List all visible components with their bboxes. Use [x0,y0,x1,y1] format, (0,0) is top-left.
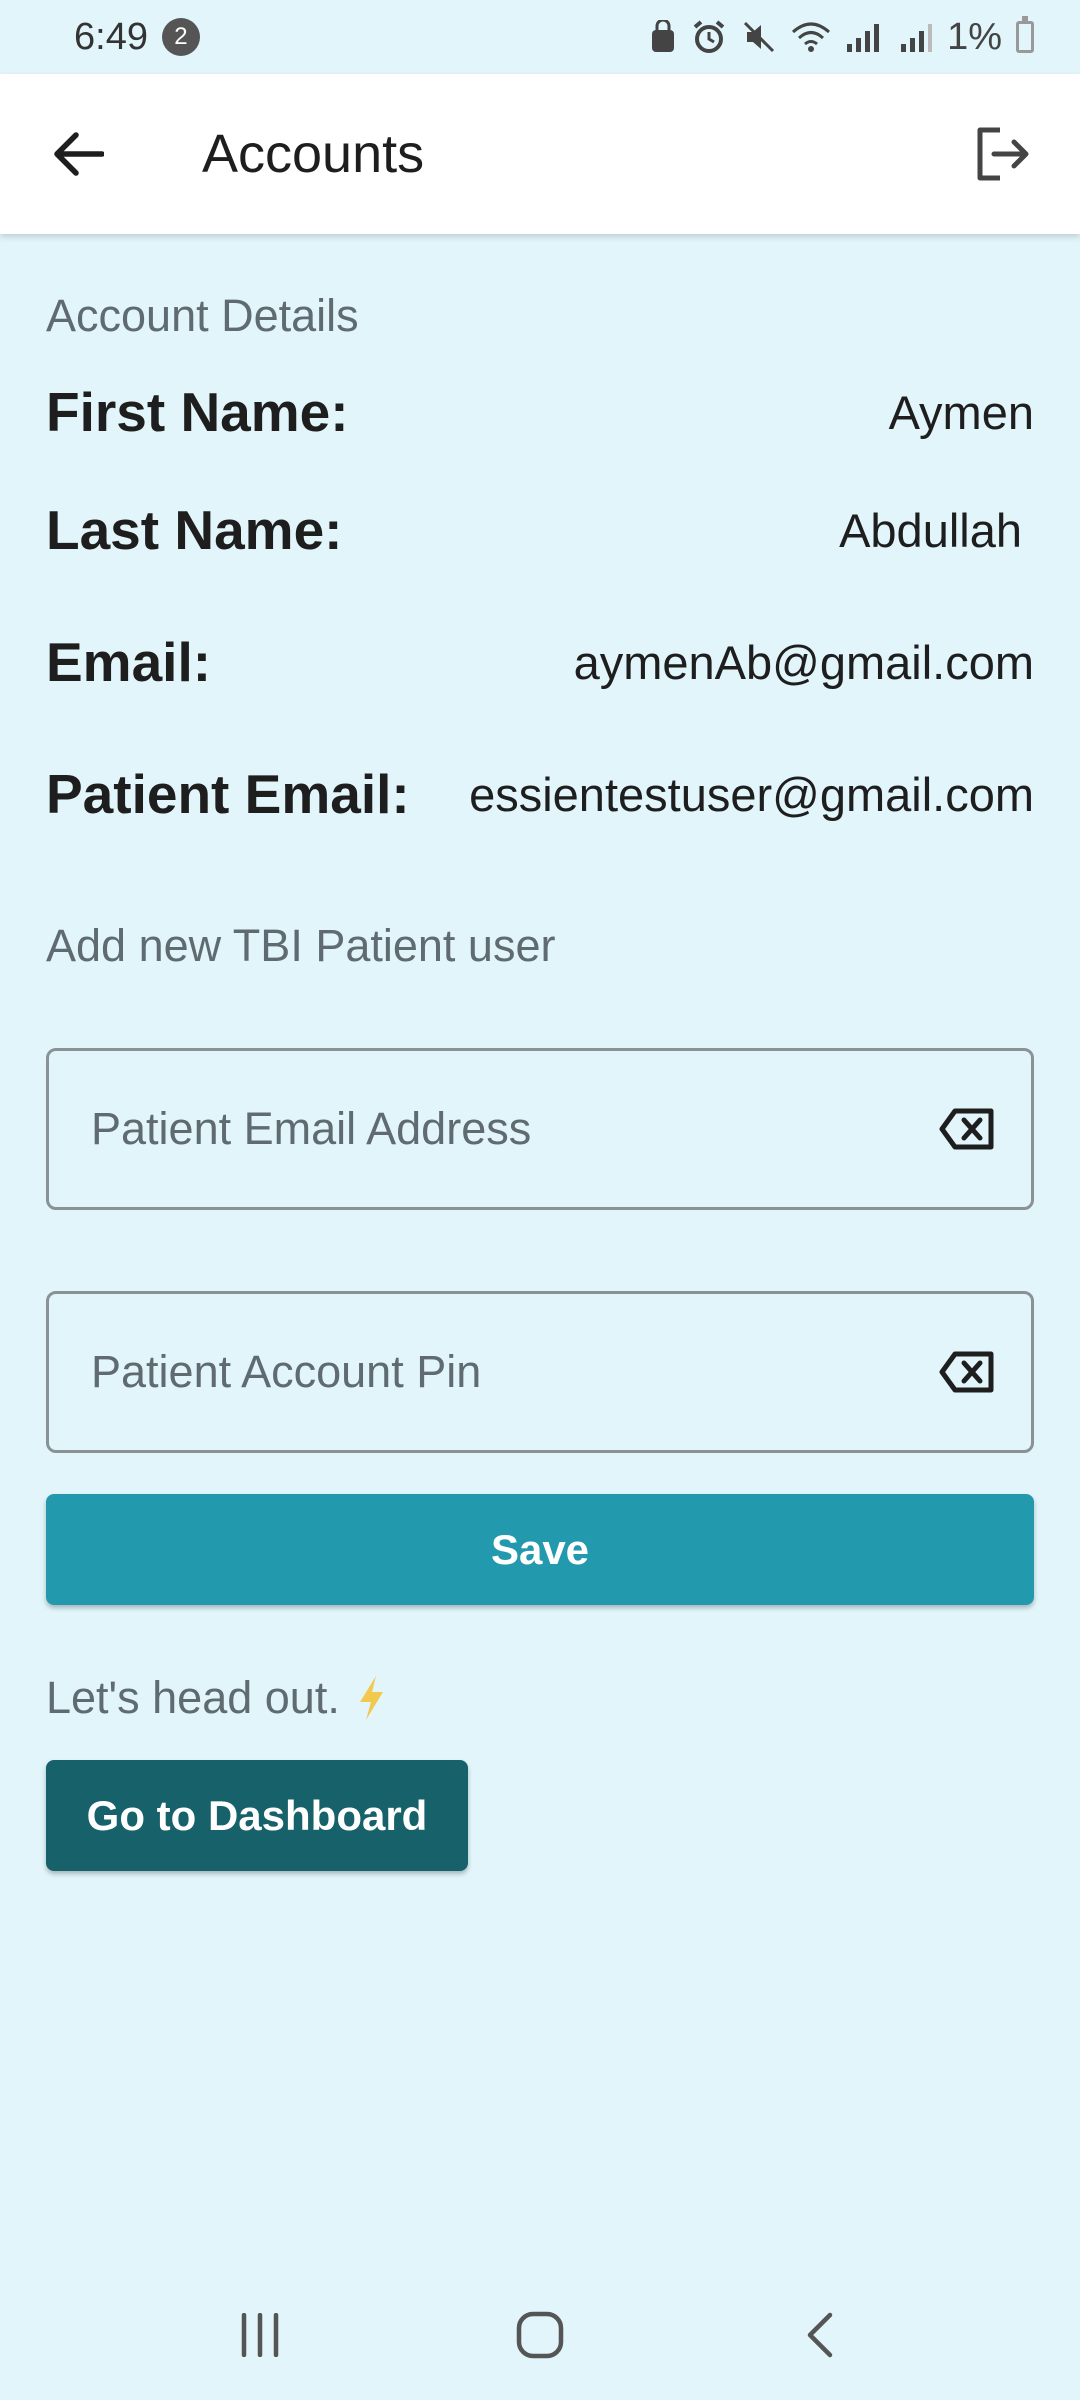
patient-email-label: Patient Email: [46,763,410,825]
patient-email-field [46,1048,1034,1210]
recycle-lock-icon [652,20,675,52]
home-button[interactable] [500,2295,580,2375]
home-icon [516,2311,564,2359]
email-row: Email: aymenAb@gmail.com [46,630,1034,694]
signal-icon-2 [901,24,933,52]
last-name-label: Last Name: [46,499,343,561]
patient-pin-field [46,1291,1034,1453]
last-name-value: Abdullah [839,503,1022,557]
patient-email-row: Patient Email: essientestuser@gmail.com [46,762,1034,826]
backspace-clear-icon[interactable] [939,1107,995,1151]
patient-pin-input[interactable] [91,1346,891,1398]
chevron-left-icon [807,2312,833,2358]
first-name-row: First Name: Aymen [46,380,1034,444]
system-nav-bar [0,2270,1080,2400]
patient-email-input[interactable] [91,1103,891,1155]
battery-percent: 1% [947,15,1002,58]
email-label: Email: [46,631,212,693]
notification-count-badge: 2 [161,18,200,56]
app-bar: Accounts [0,74,1080,234]
last-name-row: Last Name: Abdullah [46,498,1034,562]
recent-apps-button[interactable] [220,2295,300,2375]
add-patient-heading: Add new TBI Patient user [46,920,556,971]
logout-button[interactable] [970,122,1034,186]
go-to-dashboard-button[interactable]: Go to Dashboard [46,1760,468,1871]
lightning-icon [359,1676,383,1720]
patient-email-value: essientestuser@gmail.com [469,767,1034,821]
first-name-value: Aymen [888,385,1034,439]
recent-apps-icon [241,2313,279,2357]
battery-icon [1016,16,1034,53]
save-button[interactable]: Save [46,1494,1034,1605]
head-out-row: Let's head out. [46,1672,386,1724]
page-title: Accounts [202,124,425,184]
status-time: 6:49 [74,15,148,58]
mute-icon [744,21,775,53]
back-button[interactable] [46,122,110,186]
first-name-label: First Name: [46,381,349,443]
backspace-clear-icon[interactable] [939,1350,995,1394]
head-out-text: Let's head out. [46,1672,340,1723]
wifi-icon [792,22,831,52]
system-back-button[interactable] [780,2295,860,2375]
account-details-heading: Account Details [46,290,359,341]
status-bar: 6:49 2 1% [0,0,1080,74]
logout-icon [977,127,1029,181]
alarm-icon [693,20,725,53]
email-value: aymenAb@gmail.com [573,635,1034,689]
arrow-left-icon [54,132,104,176]
status-left: 6:49 2 [74,16,200,59]
signal-icon [847,24,880,52]
status-icons: 1% [649,16,1034,59]
